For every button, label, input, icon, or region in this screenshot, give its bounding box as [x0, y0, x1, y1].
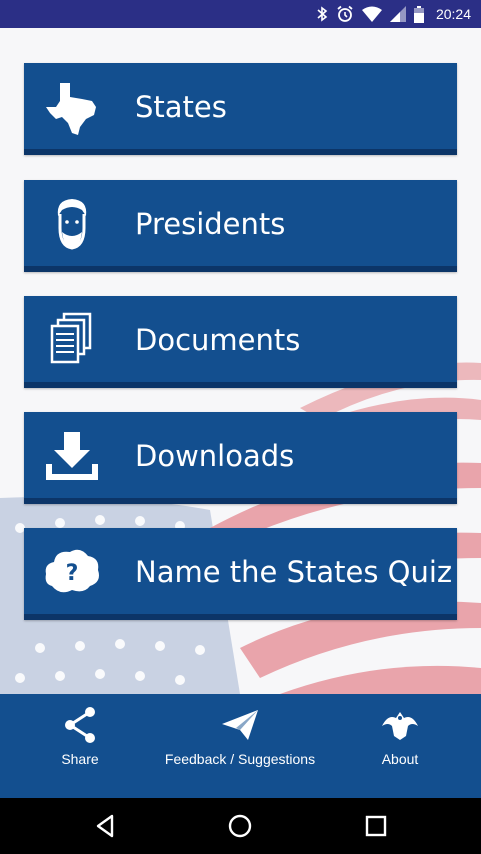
presidents-label: Presidents — [135, 207, 286, 241]
downloads-button[interactable]: Downloads — [24, 412, 457, 504]
system-navigation-bar — [0, 798, 481, 854]
back-icon[interactable] — [92, 812, 120, 840]
battery-icon — [413, 5, 424, 23]
eagle-icon — [382, 712, 418, 740]
feedback-button[interactable]: Feedback / Suggestions — [160, 694, 320, 798]
downloads-label: Downloads — [135, 439, 295, 473]
alarm-icon — [337, 5, 353, 22]
main-content: States Presidents Documents Downloads ? … — [0, 28, 481, 694]
bottom-navigation: Share Feedback / Suggestions About — [0, 694, 481, 798]
bluetooth-icon — [317, 6, 328, 22]
share-icon — [65, 707, 95, 743]
states-button[interactable]: States — [24, 63, 457, 155]
paper-plane-icon — [222, 710, 258, 740]
question-cloud-icon: ? — [45, 549, 99, 593]
documents-label: Documents — [135, 323, 301, 357]
quiz-label: Name the States Quiz — [135, 555, 453, 589]
share-button[interactable]: Share — [0, 694, 160, 798]
presidents-button[interactable]: Presidents — [24, 180, 457, 272]
share-label: Share — [61, 751, 99, 767]
about-button[interactable]: About — [320, 694, 480, 798]
svg-text:?: ? — [66, 561, 79, 586]
home-icon[interactable] — [226, 812, 254, 840]
about-label: About — [381, 751, 419, 767]
status-icons: 20:24 — [316, 0, 471, 28]
status-bar: 20:24 — [0, 0, 481, 28]
name-the-states-quiz-button[interactable]: ? Name the States Quiz — [24, 528, 457, 620]
documents-icon — [50, 312, 92, 364]
states-label: States — [135, 90, 227, 124]
texas-state-icon — [46, 83, 96, 135]
recents-icon[interactable] — [362, 812, 390, 840]
feedback-label: Feedback / Suggestions — [164, 751, 316, 767]
president-face-icon — [57, 199, 87, 250]
documents-button[interactable]: Documents — [24, 296, 457, 388]
download-icon — [46, 432, 98, 480]
status-time: 20:24 — [435, 6, 471, 22]
wifi-icon — [361, 6, 382, 22]
signal-icon — [389, 6, 406, 22]
